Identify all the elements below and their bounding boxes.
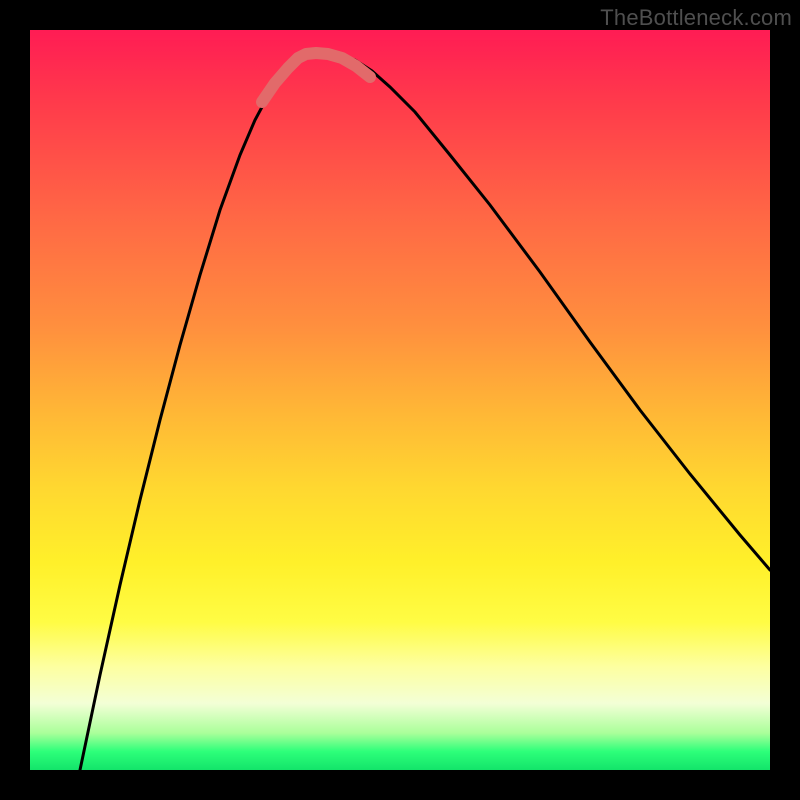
- bottleneck-curve: [80, 52, 770, 770]
- outer-frame: TheBottleneck.com: [0, 0, 800, 800]
- gradient-plot-area: [30, 30, 770, 770]
- watermark-text: TheBottleneck.com: [600, 5, 792, 31]
- curve-svg: [30, 30, 770, 770]
- highlight-band: [262, 53, 370, 102]
